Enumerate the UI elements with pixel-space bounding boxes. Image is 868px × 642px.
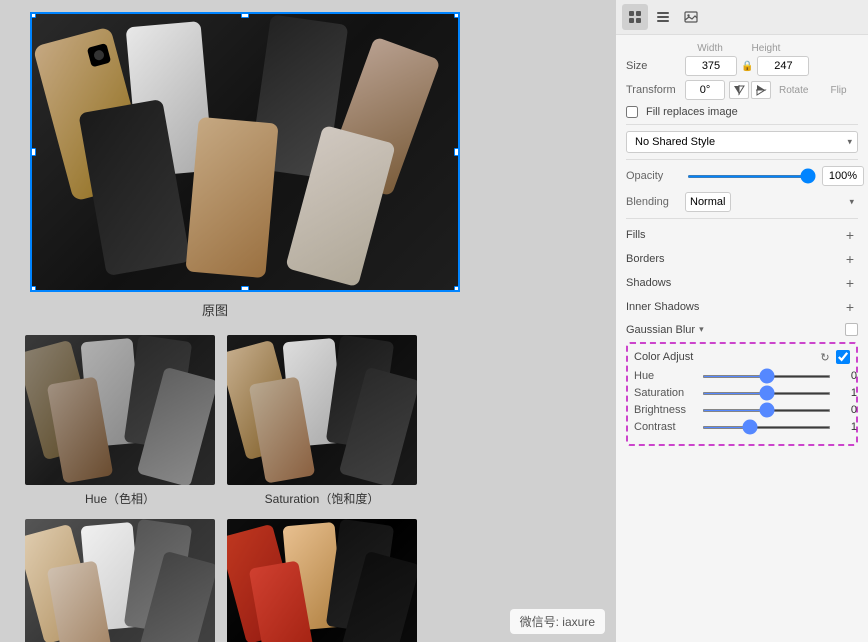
handle-bc[interactable] bbox=[241, 286, 249, 292]
opacity-row: Opacity bbox=[626, 166, 858, 186]
contrast-adjust-row: Contrast 1 bbox=[634, 421, 850, 433]
borders-title: Borders bbox=[626, 253, 665, 265]
transform-label: Transform bbox=[626, 84, 681, 96]
contrast-slider[interactable] bbox=[702, 426, 831, 429]
flip-sublabel: Flip bbox=[830, 85, 846, 96]
saturation-slider[interactable] bbox=[702, 392, 831, 395]
size-row: Size 🔒 bbox=[626, 56, 858, 76]
saturation-label: Saturation（饱和度） bbox=[265, 490, 380, 507]
fills-add-button[interactable]: + bbox=[842, 227, 858, 243]
shadows-section-header: Shadows + bbox=[626, 273, 858, 293]
transform-row: Transform Rotat bbox=[626, 80, 858, 100]
lock-icon[interactable]: 🔒 bbox=[741, 61, 753, 72]
saturation-value: 1 bbox=[837, 387, 857, 399]
rotate-input[interactable] bbox=[685, 80, 725, 100]
size-sublabels: Width Height bbox=[626, 43, 858, 54]
fills-title: Fills bbox=[626, 229, 646, 241]
fill-replaces-checkbox[interactable] bbox=[626, 106, 638, 118]
blending-select-wrapper: Normal bbox=[685, 192, 858, 212]
thumb-hue: Hue（色相） bbox=[25, 335, 215, 507]
color-adjust-title: Color Adjust bbox=[634, 351, 693, 363]
brightness-value: 0 bbox=[837, 404, 857, 416]
opacity-value[interactable] bbox=[822, 166, 864, 186]
flip-horizontal-button[interactable] bbox=[729, 81, 749, 99]
canvas-area: 原图 Hue（色相） bbox=[0, 0, 615, 642]
size-label: Size bbox=[626, 60, 681, 72]
brightness-adjust-label: Brightness bbox=[634, 404, 696, 416]
color-adjust-reset-button[interactable]: ↻ bbox=[818, 350, 832, 364]
height-sublabel: Height bbox=[740, 43, 792, 54]
toolbar bbox=[616, 0, 868, 35]
color-adjust-checkbox[interactable] bbox=[836, 350, 850, 364]
inner-shadows-section-header: Inner Shadows + bbox=[626, 297, 858, 317]
gaussian-blur-checkbox[interactable] bbox=[845, 323, 858, 336]
divider-2 bbox=[626, 159, 858, 160]
color-adjust-header: Color Adjust ↻ bbox=[634, 350, 850, 364]
thumb-brightness: Brightness（亮度） bbox=[25, 519, 215, 642]
width-sublabel: Width bbox=[684, 43, 736, 54]
inner-shadows-title: Inner Shadows bbox=[626, 301, 699, 313]
hue-value: 0 bbox=[837, 370, 857, 382]
handle-mr[interactable] bbox=[454, 148, 460, 156]
hue-adjust-row: Hue 0 bbox=[634, 370, 850, 382]
contrast-adjust-label: Contrast bbox=[634, 421, 696, 433]
shared-style-row: No Shared Style bbox=[626, 131, 858, 153]
opacity-slider[interactable] bbox=[687, 175, 816, 178]
brightness-adjust-row: Brightness 0 bbox=[634, 404, 850, 416]
saturation-adjust-label: Saturation bbox=[634, 387, 696, 399]
color-adjust-controls: ↻ bbox=[818, 350, 850, 364]
divider-3 bbox=[626, 218, 858, 219]
borders-section-header: Borders + bbox=[626, 249, 858, 269]
handle-br[interactable] bbox=[454, 286, 460, 292]
gaussian-blur-title: Gaussian Blur bbox=[626, 324, 695, 336]
canvas-panel: 原图 Hue（色相） bbox=[0, 0, 615, 642]
shared-style-wrapper: No Shared Style bbox=[626, 131, 858, 153]
image-tab-button[interactable] bbox=[678, 4, 704, 30]
shadows-title: Shadows bbox=[626, 277, 671, 289]
fill-replaces-label: Fill replaces image bbox=[646, 106, 738, 118]
inner-shadows-add-button[interactable]: + bbox=[842, 299, 858, 315]
fills-section-header: Fills + bbox=[626, 225, 858, 245]
flip-vertical-button[interactable] bbox=[751, 81, 771, 99]
fill-replaces-row: Fill replaces image bbox=[626, 106, 858, 118]
blending-row: Blending Normal bbox=[626, 192, 858, 212]
hue-slider[interactable] bbox=[702, 375, 831, 378]
width-input[interactable] bbox=[685, 56, 737, 76]
shadows-add-button[interactable]: + bbox=[842, 275, 858, 291]
iphone-shape-6 bbox=[185, 117, 278, 278]
blending-select[interactable]: Normal bbox=[685, 192, 731, 212]
shared-style-select[interactable]: No Shared Style bbox=[626, 131, 858, 153]
gaussian-chevron-icon[interactable]: ▾ bbox=[699, 324, 704, 335]
gaussian-label-wrapper: Gaussian Blur ▾ bbox=[626, 324, 704, 336]
hue-adjust-label: Hue bbox=[634, 370, 696, 382]
properties-content: Width Height Size 🔒 Transform bbox=[616, 35, 868, 642]
main-image-frame[interactable] bbox=[30, 12, 460, 292]
blending-label: Blending bbox=[626, 196, 681, 208]
handle-ml[interactable] bbox=[30, 148, 36, 156]
divider-1 bbox=[626, 124, 858, 125]
thumb-contrast: Contrast（对比度） bbox=[227, 519, 417, 642]
layout-tab-button[interactable] bbox=[650, 4, 676, 30]
gaussian-blur-row: Gaussian Blur ▾ bbox=[626, 321, 858, 338]
handle-tr[interactable] bbox=[454, 12, 460, 18]
rotate-sublabel: Rotate bbox=[779, 85, 808, 96]
color-adjust-section: Color Adjust ↻ Hue 0 Saturation 1 Bri bbox=[626, 342, 858, 446]
handle-bl[interactable] bbox=[30, 286, 36, 292]
hue-label: Hue（色相） bbox=[85, 490, 155, 507]
brightness-slider[interactable] bbox=[702, 409, 831, 412]
height-input[interactable] bbox=[757, 56, 809, 76]
opacity-label: Opacity bbox=[626, 170, 681, 182]
handle-tl[interactable] bbox=[30, 12, 36, 18]
saturation-adjust-row: Saturation 1 bbox=[634, 387, 850, 399]
contrast-value: 1 bbox=[837, 421, 857, 433]
watermark: 微信号: iaxure bbox=[510, 609, 605, 634]
handle-tc[interactable] bbox=[241, 12, 249, 18]
properties-panel: Width Height Size 🔒 Transform bbox=[615, 0, 868, 642]
style-tab-button[interactable] bbox=[622, 4, 648, 30]
thumb-saturation: Saturation（饱和度） bbox=[227, 335, 417, 507]
borders-add-button[interactable]: + bbox=[842, 251, 858, 267]
flip-buttons bbox=[729, 81, 771, 99]
